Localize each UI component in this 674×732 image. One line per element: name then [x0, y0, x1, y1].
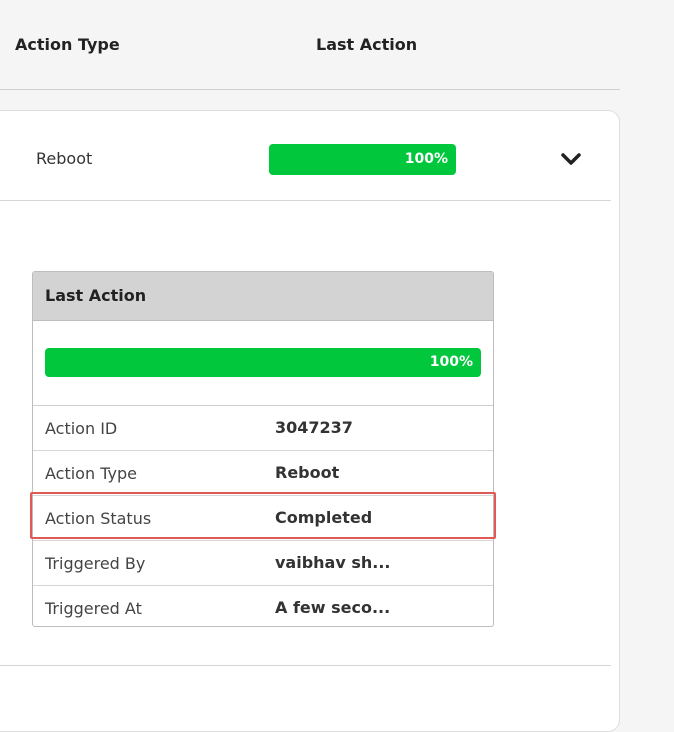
- detail-value: vaibhav sh...: [275, 553, 391, 572]
- detail-label: Action Type: [45, 464, 137, 483]
- detail-value: A few seco...: [275, 598, 391, 617]
- detail-row-action-id: Action ID 3047237: [33, 406, 493, 451]
- detail-value: 3047237: [275, 418, 353, 437]
- detail-row-triggered-by: Triggered By vaibhav sh...: [33, 541, 493, 586]
- column-header-action-type: Action Type: [15, 35, 120, 54]
- detail-row-triggered-at: Triggered At A few seco...: [33, 586, 493, 626]
- row-progress-bar: 100%: [269, 144, 456, 175]
- detail-label: Action ID: [45, 419, 118, 438]
- chevron-down-icon[interactable]: [560, 151, 582, 167]
- panel-progress-row: 100%: [33, 321, 493, 406]
- detail-row-action-type: Action Type Reboot: [33, 451, 493, 496]
- column-header-last-action: Last Action: [316, 35, 418, 54]
- last-action-panel: Last Action 100% Action ID 3047237 Actio…: [32, 271, 494, 627]
- table-header: Action Type Last Action: [0, 0, 620, 90]
- table-row[interactable]: Reboot 100%: [0, 111, 611, 201]
- status-highlight-box: [30, 492, 496, 539]
- divider: [0, 665, 611, 666]
- panel-title: Last Action: [33, 272, 493, 321]
- detail-label: Triggered By: [45, 554, 146, 573]
- detail-value: Reboot: [275, 463, 340, 482]
- detail-label: Triggered At: [45, 599, 142, 618]
- row-action-type: Reboot: [36, 149, 93, 168]
- panel-progress-bar: 100%: [45, 348, 481, 377]
